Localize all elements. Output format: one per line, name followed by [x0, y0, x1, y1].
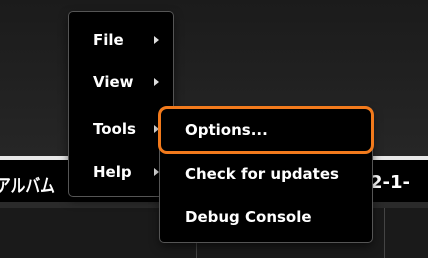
menu-item-label: Help [93, 163, 132, 181]
menu-item-label: File [93, 31, 124, 49]
menu-item-file[interactable]: File [69, 22, 173, 58]
column-divider [384, 208, 385, 258]
chevron-right-icon [154, 168, 159, 176]
main-context-menu: File View Tools Help [69, 12, 173, 196]
menu-item-view[interactable]: View [69, 64, 173, 100]
chevron-right-icon [154, 36, 159, 44]
menu-item-label: View [93, 73, 134, 91]
menu-item-label: Tools [93, 120, 136, 138]
menu-item-help[interactable]: Help [69, 154, 173, 190]
album-header-text: アルバム [0, 176, 55, 197]
menu-item-debug-console[interactable]: Debug Console [160, 199, 372, 235]
menu-item-label: Check for updates [185, 165, 339, 183]
menu-item-check-for-updates[interactable]: Check for updates [160, 156, 372, 192]
menu-item-label: Debug Console [185, 208, 312, 226]
track-number-text: 2-1- [370, 172, 410, 193]
options-highlight-outline [158, 106, 374, 154]
chevron-right-icon [154, 78, 159, 86]
